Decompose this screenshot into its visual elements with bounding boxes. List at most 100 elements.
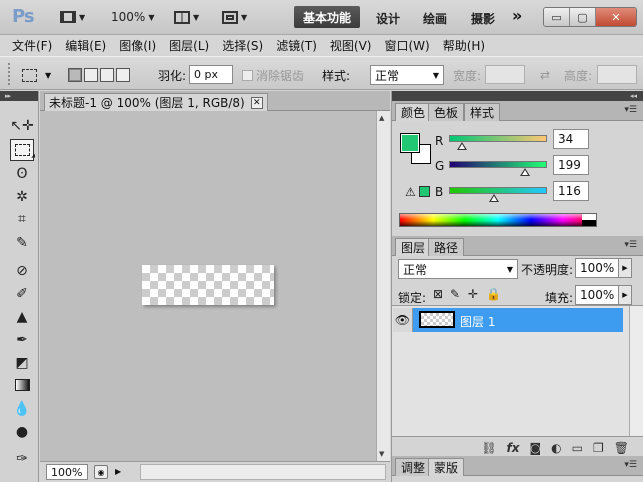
brush-tool-icon[interactable]: ✐	[10, 283, 34, 305]
tab-layers[interactable]: 图层	[395, 238, 432, 256]
history-brush-tool-icon[interactable]: ✒	[10, 329, 34, 351]
pen-tool-icon[interactable]: ✑	[10, 448, 34, 470]
warning-icon[interactable]: ⚠	[405, 185, 416, 199]
status-zoom-field[interactable]: 100%	[46, 464, 88, 480]
opacity-slider-button[interactable]: ▶	[618, 258, 632, 278]
lock-all-icon[interactable]: 🔒	[486, 287, 501, 301]
tool-preset-picker[interactable]: ▼	[22, 65, 51, 85]
link-layers-icon[interactable]: ⛓	[481, 441, 496, 455]
clone-stamp-tool-icon[interactable]: ▲	[10, 306, 34, 328]
layers-panel-menu-icon[interactable]: ▾☰	[624, 240, 637, 250]
menu-file[interactable]: 文件(F)	[12, 37, 52, 54]
new-layer-icon[interactable]: ❐	[593, 441, 604, 455]
menu-image[interactable]: 图像(I)	[119, 37, 156, 54]
channel-b-thumb[interactable]	[488, 194, 499, 202]
rectangular-marquee-tool-icon[interactable]: ◢	[10, 139, 35, 161]
menu-help[interactable]: 帮助(H)	[443, 37, 485, 54]
style-dropdown[interactable]: 正常 ▼	[370, 65, 444, 85]
panel-dock-grip[interactable]: ◂◂	[392, 91, 643, 101]
layer-thumbnail[interactable]	[419, 311, 455, 328]
quick-selection-tool-icon[interactable]: ✲	[10, 186, 34, 208]
status-menu-arrow-icon[interactable]: ▶	[115, 467, 121, 476]
workspace-design[interactable]: 设计	[376, 10, 400, 27]
feather-input[interactable]: 0 px	[189, 65, 233, 84]
channel-g-slider[interactable]	[449, 161, 547, 168]
workspace-painting[interactable]: 绘画	[423, 10, 447, 27]
gamut-warning-swatch[interactable]	[419, 186, 430, 197]
tools-panel-grip[interactable]: ▸▸	[0, 91, 38, 101]
panel-menu-icon[interactable]: ▾☰	[624, 105, 637, 115]
tab-adjustments[interactable]: 调整	[395, 458, 432, 476]
tab-swatches[interactable]: 色板	[428, 103, 465, 121]
close-document-icon[interactable]: ✕	[250, 96, 263, 109]
eye-icon[interactable]: 👁	[393, 308, 413, 332]
channel-r-thumb[interactable]	[457, 142, 468, 150]
opacity-input[interactable]: 100%	[575, 258, 619, 278]
layer-style-icon[interactable]: fx	[507, 441, 520, 455]
healing-brush-tool-icon[interactable]: ⊘	[10, 260, 34, 282]
dodge-tool-icon[interactable]: ●	[10, 421, 34, 443]
channel-g-input[interactable]: 199	[553, 155, 589, 175]
menu-layer[interactable]: 图层(L)	[169, 37, 209, 54]
channel-r-input[interactable]: 34	[553, 129, 589, 149]
blur-tool-icon[interactable]: 💧	[10, 398, 34, 420]
channel-b-input[interactable]: 116	[553, 181, 589, 201]
eraser-tool-icon[interactable]: ◩	[10, 352, 34, 374]
color-spectrum-bar[interactable]	[399, 213, 597, 227]
tab-paths[interactable]: 路径	[428, 238, 465, 256]
scroll-down-icon[interactable]: ▼	[379, 450, 384, 458]
restore-button[interactable]: ▢	[570, 8, 596, 26]
add-mask-icon[interactable]: ◙	[530, 441, 542, 455]
tab-color[interactable]: 颜色	[395, 103, 432, 121]
transparent-canvas[interactable]	[142, 265, 274, 305]
scroll-up-icon[interactable]: ▲	[379, 114, 384, 122]
adjustments-panel-menu-icon[interactable]: ▾☰	[624, 460, 637, 470]
document-tab[interactable]: 未标题-1 @ 100% (图层 1, RGB/8) ✕	[44, 93, 268, 111]
new-selection-icon[interactable]	[68, 68, 82, 82]
horizontal-scrollbar[interactable]	[140, 464, 386, 480]
lock-transparent-icon[interactable]: ⊠	[433, 287, 443, 301]
workspace-essentials[interactable]: 基本功能	[294, 6, 360, 28]
eyedropper-tool-icon[interactable]: ✎	[10, 232, 34, 254]
more-workspaces-button[interactable]: »	[512, 6, 522, 25]
black-white-ramp[interactable]	[582, 214, 596, 226]
menu-edit[interactable]: 编辑(E)	[65, 37, 106, 54]
fill-input[interactable]: 100%	[575, 285, 619, 305]
lock-image-icon[interactable]: ✎	[450, 287, 460, 301]
launch-bridge-button[interactable]: ▼	[60, 7, 85, 27]
channel-r-slider[interactable]	[449, 135, 547, 142]
width-input[interactable]	[485, 65, 525, 84]
canvas-workspace[interactable]	[40, 111, 376, 461]
move-tool-icon[interactable]: ↖✛	[10, 115, 34, 137]
workspace-photography[interactable]: 摄影	[471, 10, 495, 27]
layer-name[interactable]: 图层 1	[460, 313, 495, 330]
subtract-from-selection-icon[interactable]	[100, 68, 114, 82]
tab-masks[interactable]: 蒙版	[428, 458, 465, 476]
lasso-tool-icon[interactable]: ʘ	[10, 163, 34, 185]
channel-b-slider[interactable]	[449, 187, 547, 194]
delete-layer-icon[interactable]: 🗑	[614, 441, 629, 455]
arrange-documents-button[interactable]: ▼	[174, 7, 199, 27]
blend-mode-dropdown[interactable]: 正常 ▼	[398, 259, 518, 279]
minimize-button[interactable]: ▭	[544, 8, 570, 26]
channel-g-thumb[interactable]	[520, 168, 531, 176]
antialias-checkbox[interactable]: 消除锯齿	[242, 65, 304, 85]
menu-view[interactable]: 视图(V)	[330, 37, 372, 54]
document-info-icon[interactable]: ◉	[94, 465, 108, 479]
new-group-icon[interactable]: ▭	[572, 441, 583, 455]
tab-styles[interactable]: 样式	[464, 103, 501, 121]
fill-slider-button[interactable]: ▶	[618, 285, 632, 305]
zoom-level-dropdown[interactable]: 100% ▼	[111, 7, 154, 27]
add-to-selection-icon[interactable]	[84, 68, 98, 82]
adjustment-layer-icon[interactable]: ◐	[551, 441, 561, 455]
foreground-color-swatch[interactable]	[400, 133, 420, 153]
menu-select[interactable]: 选择(S)	[222, 37, 263, 54]
lock-position-icon[interactable]: ✛	[468, 287, 478, 301]
swap-dimensions-icon[interactable]: ⇄	[540, 65, 550, 85]
menu-filter[interactable]: 滤镜(T)	[276, 37, 317, 54]
layer-row[interactable]: 👁 图层 1	[393, 308, 623, 332]
options-bar-grip[interactable]	[8, 63, 12, 85]
intersect-selection-icon[interactable]	[116, 68, 130, 82]
layers-scrollbar[interactable]	[629, 306, 643, 436]
crop-tool-icon[interactable]: ⌗	[10, 208, 34, 230]
